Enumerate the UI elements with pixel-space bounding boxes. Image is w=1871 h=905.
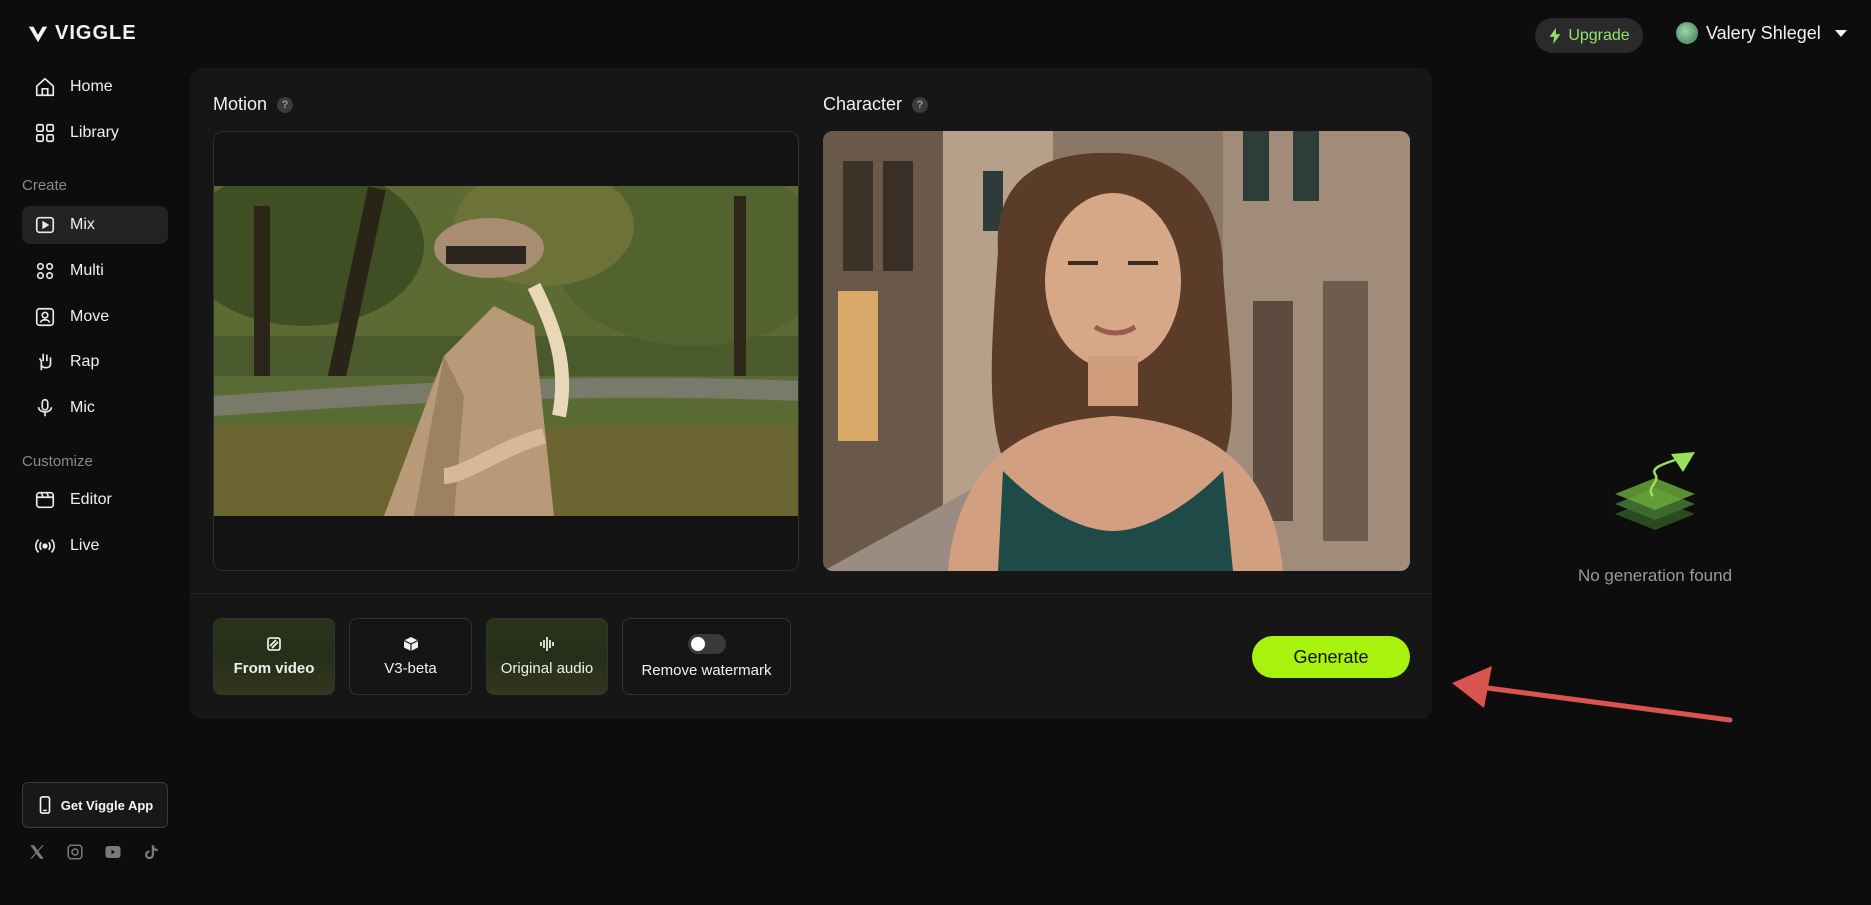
motion-video-preview[interactable]	[214, 186, 798, 516]
motion-video-image	[214, 186, 798, 516]
chevron-down-icon	[1834, 29, 1847, 37]
viggle-logo[interactable]: VIGGLE	[27, 22, 137, 45]
sidebar-item-label: Move	[70, 308, 110, 325]
sidebar-item-mic[interactable]: Mic	[22, 389, 168, 427]
sidebar-item-label: Multi	[70, 262, 104, 279]
motion-label: Motion ?	[213, 94, 294, 115]
sidebar-item-mix[interactable]: Mix	[22, 206, 168, 244]
avatar	[1676, 22, 1698, 44]
remove-watermark-option[interactable]: Remove watermark	[622, 618, 791, 695]
phone-icon	[39, 796, 51, 814]
option-thumbnail-shade	[214, 619, 334, 694]
sidebar-item-label: Mic	[70, 399, 95, 416]
help-icon[interactable]: ?	[277, 96, 294, 113]
motion-upload-area[interactable]	[213, 131, 799, 571]
sidebar-item-home[interactable]: Home	[22, 68, 168, 106]
sidebar-item-library[interactable]: Library	[22, 114, 168, 152]
sidebar-item-live[interactable]: Live	[22, 527, 168, 565]
editor-icon	[35, 491, 55, 509]
get-app-label: Get Viggle App	[60, 797, 154, 813]
from-video-option[interactable]: From video	[213, 618, 335, 695]
sidebar-item-label: Live	[70, 537, 100, 554]
cube-icon	[403, 637, 418, 651]
sidebar-item-editor[interactable]: Editor	[22, 481, 168, 519]
model-version-option[interactable]: V3-beta	[349, 618, 472, 695]
layers-arrow-icon	[1615, 452, 1695, 530]
panel-divider	[190, 593, 1432, 594]
option-thumbnail-shade	[487, 619, 607, 694]
character-image	[823, 131, 1410, 571]
sidebar-item-label: Mix	[70, 216, 95, 233]
lightning-icon	[1549, 27, 1561, 44]
microphone-icon	[37, 398, 53, 417]
get-app-button[interactable]: Get Viggle App	[22, 782, 168, 828]
sidebar-item-rap[interactable]: Rap	[22, 343, 168, 381]
option-label: V3-beta	[384, 660, 437, 677]
sidebar-item-label: Editor	[70, 491, 112, 508]
instagram-icon[interactable]	[66, 843, 84, 861]
user-name: Valery Shlegel	[1706, 22, 1821, 43]
option-label: Remove watermark	[641, 662, 772, 679]
upgrade-button[interactable]: Upgrade	[1535, 18, 1643, 53]
upgrade-label: Upgrade	[1568, 26, 1630, 44]
sidebar-item-label: Rap	[70, 353, 100, 370]
person-square-icon	[35, 307, 55, 327]
broadcast-icon	[35, 539, 55, 553]
character-label: Character ?	[823, 94, 929, 115]
sidebar-item-label: Home	[70, 78, 113, 95]
youtube-icon[interactable]	[104, 843, 122, 861]
tiktok-icon[interactable]	[142, 843, 160, 861]
section-label-create: Create	[22, 177, 68, 194]
pattern-icon	[267, 637, 281, 651]
brand-name: VIGGLE	[55, 22, 137, 44]
generate-button[interactable]: Generate	[1252, 636, 1410, 678]
sidebar-item-move[interactable]: Move	[22, 298, 168, 336]
library-icon	[35, 123, 55, 143]
audio-waveform-icon	[540, 637, 554, 651]
multi-people-icon	[36, 262, 54, 280]
viggle-logo-icon	[28, 26, 48, 42]
option-label: From video	[233, 660, 315, 677]
play-square-icon	[35, 216, 55, 234]
section-label-customize: Customize	[22, 453, 93, 470]
x-icon[interactable]	[28, 843, 46, 861]
empty-state-text: No generation found	[1577, 566, 1733, 585]
user-menu[interactable]: Valery Shlegel	[1676, 22, 1847, 44]
sidebar-item-multi[interactable]: Multi	[22, 252, 168, 290]
sidebar-item-label: Library	[70, 124, 119, 141]
option-label: Original audio	[500, 660, 594, 677]
watermark-toggle[interactable]	[687, 634, 726, 654]
home-icon	[35, 77, 55, 97]
character-image-preview[interactable]	[823, 131, 1410, 571]
hand-gesture-icon	[38, 353, 52, 371]
sidebar: VIGGLE Home Library Create Mix Multi Mov…	[0, 0, 186, 905]
character-title: Character	[823, 94, 903, 114]
motion-title: Motion	[213, 94, 268, 114]
empty-state-illustration	[1560, 452, 1750, 557]
annotation-arrow-icon	[1452, 666, 1733, 723]
help-icon[interactable]: ?	[912, 96, 929, 113]
social-links	[28, 843, 160, 861]
original-audio-option[interactable]: Original audio	[486, 618, 608, 695]
